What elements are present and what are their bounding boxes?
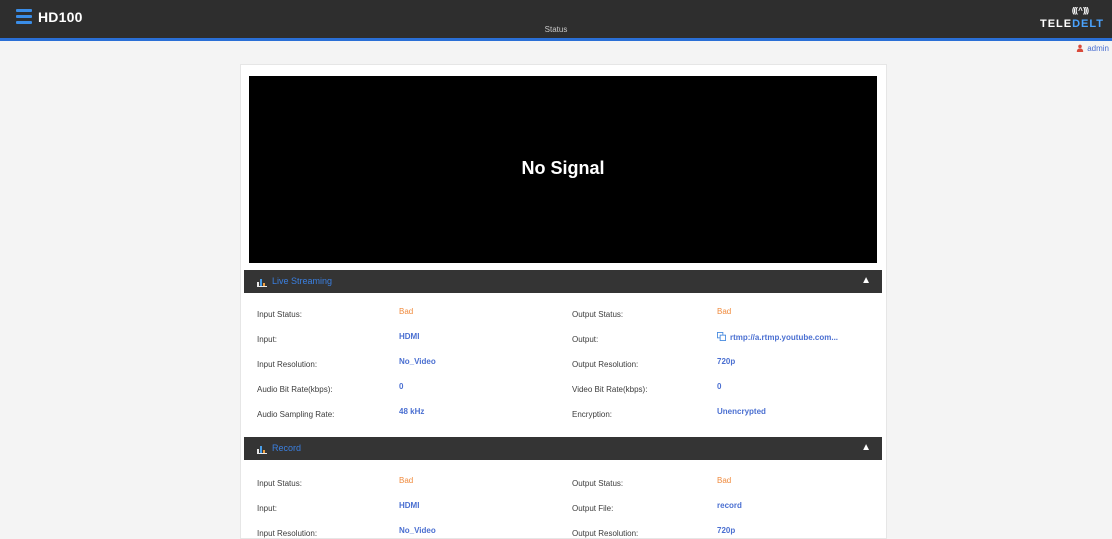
no-signal-text: No Signal [521,158,605,178]
output-file-value: record [717,501,742,510]
input-resolution-label: Input Resolution: [257,529,318,538]
brand-title: HD100 [38,9,83,25]
output-file-label: Output File: [572,504,614,513]
user-menu[interactable]: admin [1076,44,1109,53]
logo-waves: ((( ^ ))) [1071,6,1089,15]
video-bitrate-value: 0 [717,382,722,391]
input-status-value: Bad [399,307,414,316]
audio-bitrate-label: Audio Bit Rate(kbps): [257,385,333,394]
output-resolution-label: Output Resolution: [572,529,639,538]
bar-chart-icon [257,279,267,287]
live-streaming-title: Live Streaming [272,276,333,286]
output-url-text: rtmp://a.rtmp.youtube.com... [730,333,839,342]
logo-text-part1: TELE [1039,18,1073,30]
input-label: Input: [257,504,278,513]
output-status-label: Output Status: [572,479,624,488]
top-bar: HD100 Status ((( ^ ))) TELEDELT [0,0,1112,38]
output-status-label: Output Status: [572,310,624,319]
audio-bitrate-value: 0 [399,382,404,391]
output-label: Output: [572,335,599,344]
audio-sampling-label: Audio Sampling Rate: [257,410,335,419]
status-card: No Signal Live Streaming ▲ Input Status:… [240,64,887,539]
table-row: Input Resolution: No_Video Output Resolu… [244,526,882,539]
encryption-value: Unencrypted [717,407,766,416]
table-row: Audio Sampling Rate: 48 kHz Encryption: … [244,407,882,434]
bar-chart-icon [257,446,267,454]
accent-line [0,38,1112,41]
table-row: Audio Bit Rate(kbps): 0 Video Bit Rate(k… [244,382,882,409]
table-row: Input Status: Bad Output Status: Bad [244,476,882,503]
record-header[interactable]: Record ▲ [244,437,882,460]
chevron-up-icon[interactable]: ▲ [861,275,871,286]
output-resolution-label: Output Resolution: [572,360,639,369]
input-value: HDMI [399,501,420,510]
video-preview: No Signal [249,76,877,263]
encryption-label: Encryption: [572,410,613,419]
record-title: Record [272,443,302,453]
teledelt-logo: ((( ^ ))) TELEDELT [1018,6,1104,31]
logo-text-part2: DELT [1072,18,1104,30]
chevron-up-icon[interactable]: ▲ [861,442,871,453]
input-resolution-label: Input Resolution: [257,360,318,369]
input-resolution-value: No_Video [399,526,436,535]
video-bitrate-label: Video Bit Rate(kbps): [572,385,648,394]
output-resolution-value: 720p [717,357,736,366]
input-status-label: Input Status: [257,310,302,319]
output-resolution-value: 720p [717,526,736,535]
user-name: admin [1087,44,1109,53]
input-label: Input: [257,335,278,344]
input-value: HDMI [399,332,420,341]
output-status-value: Bad [717,476,732,485]
audio-sampling-value: 48 kHz [399,407,425,416]
table-row: Input Status: Bad Output Status: Bad [244,307,882,334]
copy-icon[interactable] [717,332,726,341]
table-row: Input: HDMI Output: rtmp://a.rtmp.youtub… [244,332,882,359]
page-title: Status [544,25,568,34]
menu-icon[interactable] [16,9,32,25]
table-row: Input: HDMI Output File: record [244,501,882,528]
table-row: Input Resolution: No_Video Output Resolu… [244,357,882,384]
input-resolution-value: No_Video [399,357,436,366]
input-status-value: Bad [399,476,414,485]
output-url: rtmp://a.rtmp.youtube.com... [717,332,838,342]
user-icon [1077,44,1084,52]
output-status-value: Bad [717,307,732,316]
input-status-label: Input Status: [257,479,302,488]
live-streaming-header[interactable]: Live Streaming ▲ [244,270,882,293]
